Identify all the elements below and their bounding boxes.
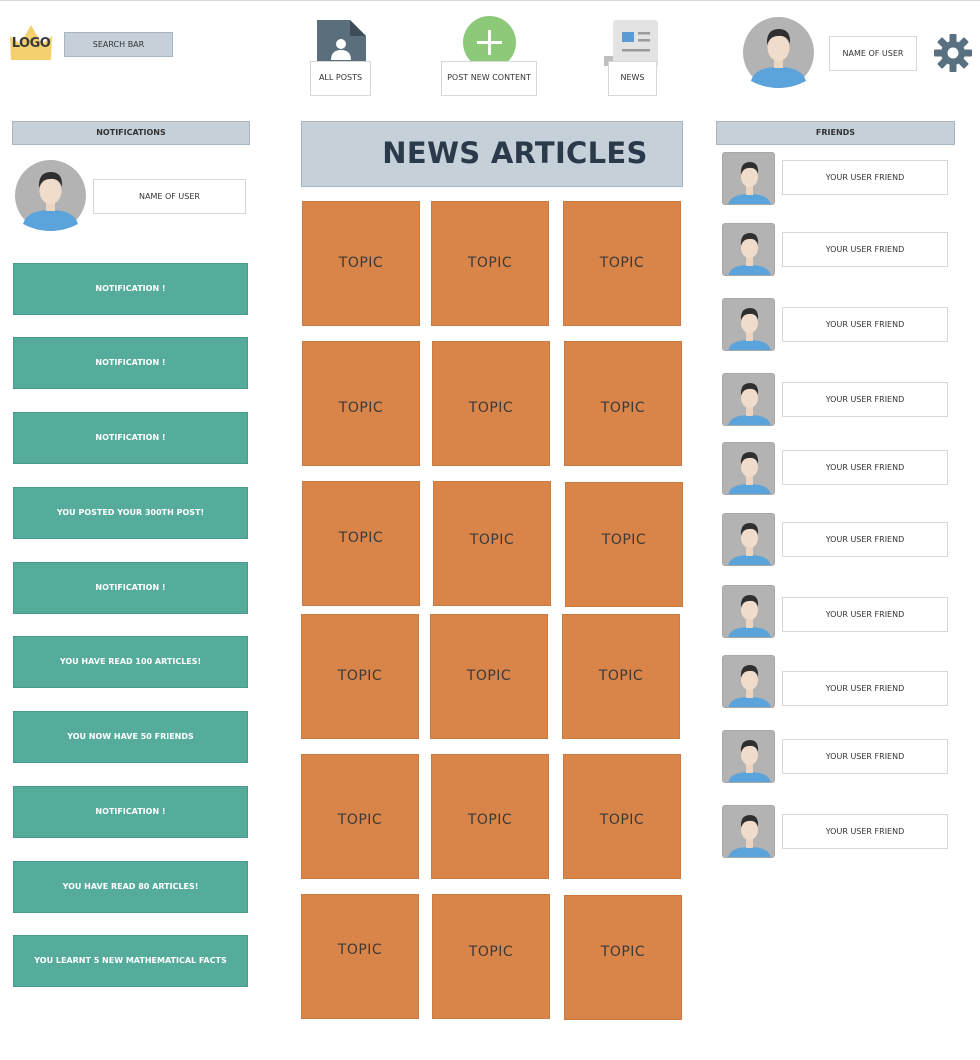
user-avatar-icon (728, 452, 771, 494)
notification-item[interactable]: NOTIFICATION ! (13, 337, 248, 389)
friend-name[interactable]: YOUR USER FRIEND (782, 671, 948, 706)
user-avatar-icon (743, 17, 814, 88)
search-input[interactable]: SEARCH BAR (64, 32, 173, 57)
friend-avatar[interactable] (722, 298, 775, 351)
topic-tile[interactable]: TOPIC (562, 614, 680, 739)
friend-avatar[interactable] (722, 152, 775, 205)
friend-avatar[interactable] (722, 730, 775, 783)
friend-avatar[interactable] (722, 442, 775, 495)
user-avatar-icon (15, 160, 86, 231)
topic-tile[interactable]: TOPIC (565, 482, 683, 607)
post-new-content-button[interactable]: POST NEW CONTENT (441, 61, 537, 96)
friend-avatar[interactable] (722, 805, 775, 858)
friend-avatar[interactable] (722, 223, 775, 276)
notification-item[interactable]: NOTIFICATION ! (13, 786, 248, 838)
user-avatar-icon (728, 233, 771, 275)
notification-item[interactable]: NOTIFICATION ! (13, 412, 248, 464)
friend-name[interactable]: YOUR USER FRIEND (782, 382, 948, 417)
topic-tile[interactable]: TOPIC (301, 894, 419, 1019)
topic-tile[interactable]: TOPIC (301, 754, 419, 879)
user-avatar-icon (728, 383, 771, 425)
friend-name[interactable]: YOUR USER FRIEND (782, 597, 948, 632)
news-button[interactable]: NEWS (608, 61, 657, 96)
friend-avatar[interactable] (722, 373, 775, 426)
user-avatar-icon (728, 523, 771, 565)
user-avatar-icon (728, 815, 771, 857)
user-avatar-icon (728, 308, 771, 350)
friend-avatar[interactable] (722, 655, 775, 708)
avatar[interactable] (15, 160, 86, 231)
user-name-label[interactable]: NAME OF USER (93, 179, 246, 214)
notification-item[interactable]: NOTIFICATION ! (13, 263, 248, 315)
avatar[interactable] (743, 17, 814, 88)
user-avatar-icon (728, 665, 771, 707)
topic-tile[interactable]: TOPIC (563, 201, 681, 326)
topic-tile[interactable]: TOPIC (430, 614, 548, 739)
user-avatar-icon (728, 162, 771, 204)
topic-tile[interactable]: TOPIC (302, 341, 420, 466)
topic-tile[interactable]: TOPIC (563, 754, 681, 879)
friend-name[interactable]: YOUR USER FRIEND (782, 522, 948, 557)
notification-item[interactable]: YOU HAVE READ 80 ARTICLES! (13, 861, 248, 913)
gear-icon[interactable] (933, 33, 973, 73)
logo[interactable]: LOGO (8, 22, 54, 62)
notifications-header: NOTIFICATIONS (12, 121, 250, 145)
topic-tile[interactable]: TOPIC (302, 481, 420, 606)
notification-item[interactable]: YOU POSTED YOUR 300TH POST! (13, 487, 248, 539)
user-avatar-icon (728, 595, 771, 637)
friend-name[interactable]: YOUR USER FRIEND (782, 814, 948, 849)
friend-name[interactable]: YOUR USER FRIEND (782, 160, 948, 195)
logo-text: LOGO (11, 36, 51, 51)
friend-name[interactable]: YOUR USER FRIEND (782, 307, 948, 342)
topic-tile[interactable]: TOPIC (301, 614, 419, 739)
friend-name[interactable]: YOUR USER FRIEND (782, 450, 948, 485)
friend-avatar[interactable] (722, 513, 775, 566)
topic-tile[interactable]: TOPIC (302, 201, 420, 326)
topic-tile[interactable]: TOPIC (564, 895, 682, 1020)
friends-header: FRIENDS (716, 121, 955, 145)
topic-tile[interactable]: TOPIC (431, 201, 549, 326)
notification-item[interactable]: YOU NOW HAVE 50 FRIENDS (13, 711, 248, 763)
topic-tile[interactable]: TOPIC (564, 341, 682, 466)
friend-name[interactable]: YOUR USER FRIEND (782, 739, 948, 774)
topic-tile[interactable]: TOPIC (432, 341, 550, 466)
top-border (0, 0, 980, 1)
notification-item[interactable]: YOU LEARNT 5 NEW MATHEMATICAL FACTS (13, 935, 248, 987)
notification-item[interactable]: NOTIFICATION ! (13, 562, 248, 614)
friend-avatar[interactable] (722, 585, 775, 638)
user-avatar-icon (728, 740, 771, 782)
all-posts-button[interactable]: ALL POSTS (310, 61, 371, 96)
topic-tile[interactable]: TOPIC (432, 894, 550, 1019)
notification-item[interactable]: YOU HAVE READ 100 ARTICLES! (13, 636, 248, 688)
user-name-label[interactable]: NAME OF USER (829, 36, 917, 71)
friend-name[interactable]: YOUR USER FRIEND (782, 232, 948, 267)
topic-tile[interactable]: TOPIC (431, 754, 549, 879)
page-title: NEWS ARTICLES (301, 121, 683, 187)
topic-tile[interactable]: TOPIC (433, 481, 551, 606)
